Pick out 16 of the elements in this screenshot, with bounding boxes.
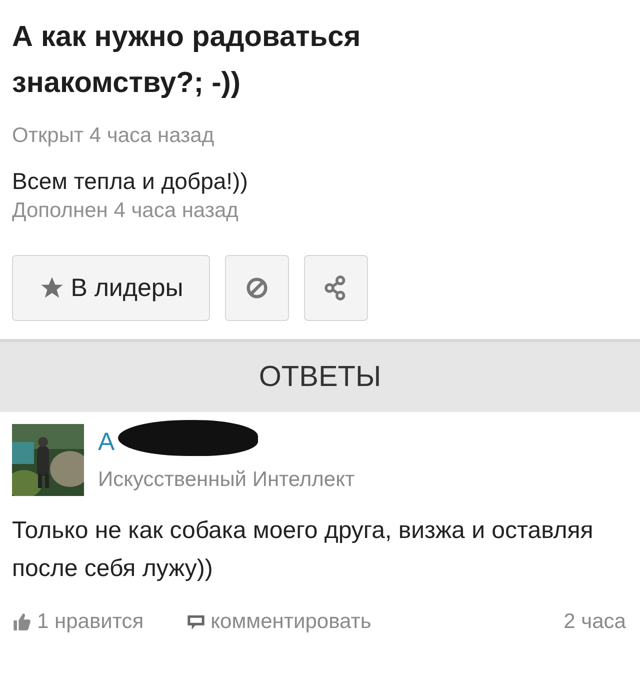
leaders-button[interactable]: В лидеры [12,255,210,321]
comment-button[interactable]: комментировать [186,610,372,634]
answers-header: ОТВЕТЫ [0,339,640,412]
answer-text: Только не как собака моего друга, визжа и оставляя после себя лужу)) [12,516,594,584]
question-title: А как нужно радоваться знакомству?; -)) [12,20,362,101]
opened-time: Открыт 4 часа назад [12,124,216,148]
like-button[interactable]: 1 нравится [12,610,144,634]
author-rank: Искусственный Интеллект [98,468,355,492]
share-button[interactable] [304,255,368,321]
block-icon [244,275,270,301]
block-button[interactable] [225,255,289,321]
question-addition: Всем тепла и добра!)) [12,168,249,195]
thumbs-up-icon [12,612,32,632]
added-time: Дополнен 4 часа назад [12,199,240,223]
author-name[interactable]: А [98,428,115,456]
answer-time: 2 часа [564,610,626,634]
